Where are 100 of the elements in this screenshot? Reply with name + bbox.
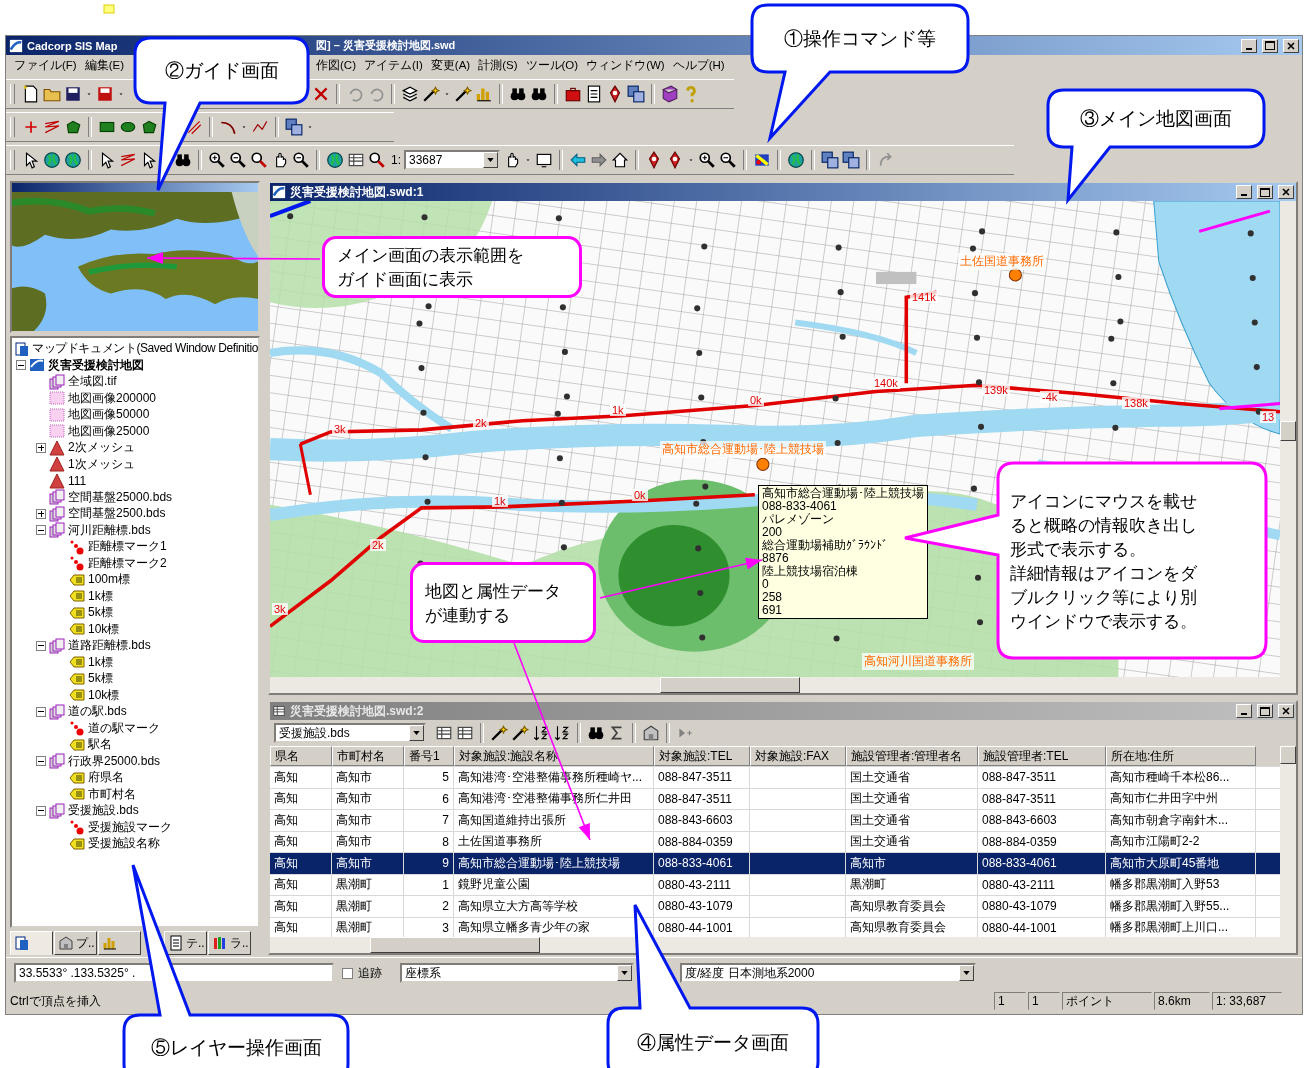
wand-icon[interactable] (454, 85, 472, 103)
layer-name[interactable]: 地図画像50000 (68, 406, 150, 424)
layer-name[interactable]: 道の駅.bds (68, 703, 127, 721)
vertical-scrollbar[interactable] (1280, 201, 1296, 677)
column-header[interactable]: 市町村名 (332, 746, 404, 766)
table-row[interactable]: 高知 高知市 7 高知国道維持出張所 088-843-6603 国土交通省 088-843-6603 高知市朝倉字南針木... (270, 810, 1280, 832)
briefcase-icon[interactable] (564, 85, 582, 103)
binoculars-icon[interactable] (509, 85, 527, 103)
page-icon[interactable] (22, 85, 40, 103)
layers-icon[interactable] (401, 85, 419, 103)
arrow-left-icon[interactable] (569, 151, 587, 169)
table-row[interactable]: 高知 黒潮町 1 鏡野児童公園 0880-43-2111 黒潮町 0880-43-2111 幡多郡黒潮町入野53 (270, 874, 1280, 896)
sort-icon[interactable] (532, 724, 550, 742)
layer-name[interactable]: 全域図.tif (68, 373, 117, 391)
close-button[interactable] (1283, 38, 1299, 53)
menu-item[interactable]: アイテム(I) (359, 57, 427, 74)
wand-icon[interactable] (490, 724, 508, 742)
menu-item[interactable]: ウィンドウ(W) (582, 57, 669, 74)
layer-name[interactable]: 距離標マーク2 (88, 554, 167, 572)
binoculars-icon[interactable] (587, 724, 605, 742)
vertical-scrollbar[interactable] (1280, 746, 1296, 937)
layer-name[interactable]: 受援施設.bds (68, 802, 139, 820)
table-row[interactable]: 高知 高知市 9 高知市総合運動場･陸上競技場 088-833-4061 高知市 088-833-4061 高知市大原町45番地 (270, 853, 1280, 875)
windows-icon[interactable] (285, 118, 303, 136)
layer-name[interactable]: 1k標 (88, 587, 113, 605)
layer-name[interactable]: 受援施設名称 (88, 835, 160, 853)
layer-dropdown[interactable]: 受援施設.bds (274, 723, 426, 743)
maximize-button[interactable] (1262, 38, 1278, 53)
globe-icon[interactable] (787, 151, 805, 169)
layer-name[interactable]: 行政界25000.bds (68, 752, 161, 770)
layer-name[interactable]: 111 (68, 473, 87, 488)
document-icon[interactable] (585, 85, 603, 103)
monitor-icon[interactable] (535, 151, 553, 169)
bar-chart-icon[interactable] (475, 85, 493, 103)
column-header[interactable]: 施設管理者:管理者名 (846, 746, 978, 766)
layer-name[interactable]: 河川距離標.bds (68, 521, 151, 539)
plus-icon[interactable] (22, 118, 40, 136)
table-row[interactable]: 高知 黒潮町 2 高知県立大方高等学校 0880-43-1079 高知県教育委員会 0880-43-1079 幡多郡黒潮町入野55... (270, 896, 1280, 918)
expand-toggle[interactable] (36, 756, 46, 767)
layer-name[interactable]: 10k標 (88, 620, 120, 638)
panel-tab[interactable] (98, 931, 141, 955)
layer-name[interactable]: 5k標 (88, 604, 113, 622)
globe-icon[interactable] (64, 151, 82, 169)
zoom-out-icon[interactable] (292, 151, 310, 169)
zoom-in-icon[interactable] (698, 151, 716, 169)
layer-name[interactable]: 災害受援検討地図 (48, 356, 144, 374)
menu-item[interactable]: ヘルプ(H) (668, 57, 729, 74)
zoom-out-icon[interactable] (229, 151, 247, 169)
column-header[interactable]: 対象施設:施設名称 (454, 746, 654, 766)
wand-icon[interactable] (422, 85, 440, 103)
minimize-button[interactable] (1241, 38, 1257, 53)
layer-name[interactable]: 空間基盤2500.bds (68, 505, 166, 523)
menu-item[interactable]: 作図(C) (312, 57, 360, 74)
panel-tab[interactable]: プ.. (54, 931, 97, 955)
layer-name[interactable]: 地図画像200000 (68, 389, 157, 407)
maximize-button[interactable] (1257, 185, 1273, 199)
panel-tab[interactable] (10, 931, 53, 955)
wand-icon[interactable] (511, 724, 529, 742)
expand-toggle[interactable] (36, 525, 46, 536)
close-icon[interactable] (312, 85, 330, 103)
column-header[interactable]: 施設管理者:TEL (978, 746, 1106, 766)
lines-icon[interactable] (185, 118, 203, 136)
panel-tab[interactable]: ラ.. (208, 931, 251, 955)
column-header[interactable]: 対象施設:TEL (654, 746, 750, 766)
layer-name[interactable]: 2次メッシュ (68, 439, 135, 457)
minimize-button[interactable] (1236, 185, 1252, 199)
expand-toggle[interactable] (16, 360, 26, 371)
sort-icon[interactable] (553, 724, 571, 742)
layer-name[interactable]: 100m標 (88, 571, 131, 589)
expand-toggle[interactable] (36, 706, 46, 717)
coordinate-field[interactable]: 33.5533° .133.5325° . (14, 963, 334, 983)
column-header[interactable]: 所在地:住所 (1106, 746, 1256, 766)
binoculars-icon[interactable] (174, 151, 192, 169)
coordinate-system-dropdown[interactable]: 座標系 (400, 963, 634, 983)
column-header[interactable]: 番号1 (404, 746, 454, 766)
layer-name[interactable]: 空間基盤25000.bds (68, 488, 173, 506)
table-icon[interactable] (456, 724, 474, 742)
menu-item[interactable]: 編集(E) (80, 57, 129, 74)
search-icon[interactable] (368, 151, 386, 169)
trace-checkbox[interactable]: 追跡 (342, 964, 382, 982)
menu-item[interactable]: ファイル(F) (10, 57, 81, 74)
expand-toggle[interactable] (36, 442, 46, 453)
column-header[interactable]: 県名 (270, 746, 332, 766)
menu-item[interactable]: 計測(S) (474, 57, 522, 74)
table-icon[interactable] (435, 724, 453, 742)
layer-name[interactable]: 地図画像25000 (68, 422, 150, 440)
windows-icon[interactable] (842, 151, 860, 169)
layer-name[interactable]: 1次メッシュ (68, 455, 135, 473)
layer-name[interactable]: 受援施設マーク (88, 818, 172, 836)
zigzag-icon[interactable] (119, 151, 137, 169)
table-icon[interactable] (347, 151, 365, 169)
layer-name[interactable]: 市町村名 (88, 785, 136, 803)
layer-name[interactable]: 府県名 (88, 769, 124, 787)
layer-name[interactable]: 駅名 (88, 736, 112, 754)
windows-icon[interactable] (821, 151, 839, 169)
menu-item[interactable]: 変更(A) (426, 57, 475, 74)
close-button[interactable] (1278, 185, 1294, 199)
globe-icon[interactable] (326, 151, 344, 169)
layer-name[interactable]: 10k標 (88, 686, 120, 704)
colored-panel-icon[interactable] (753, 151, 771, 169)
